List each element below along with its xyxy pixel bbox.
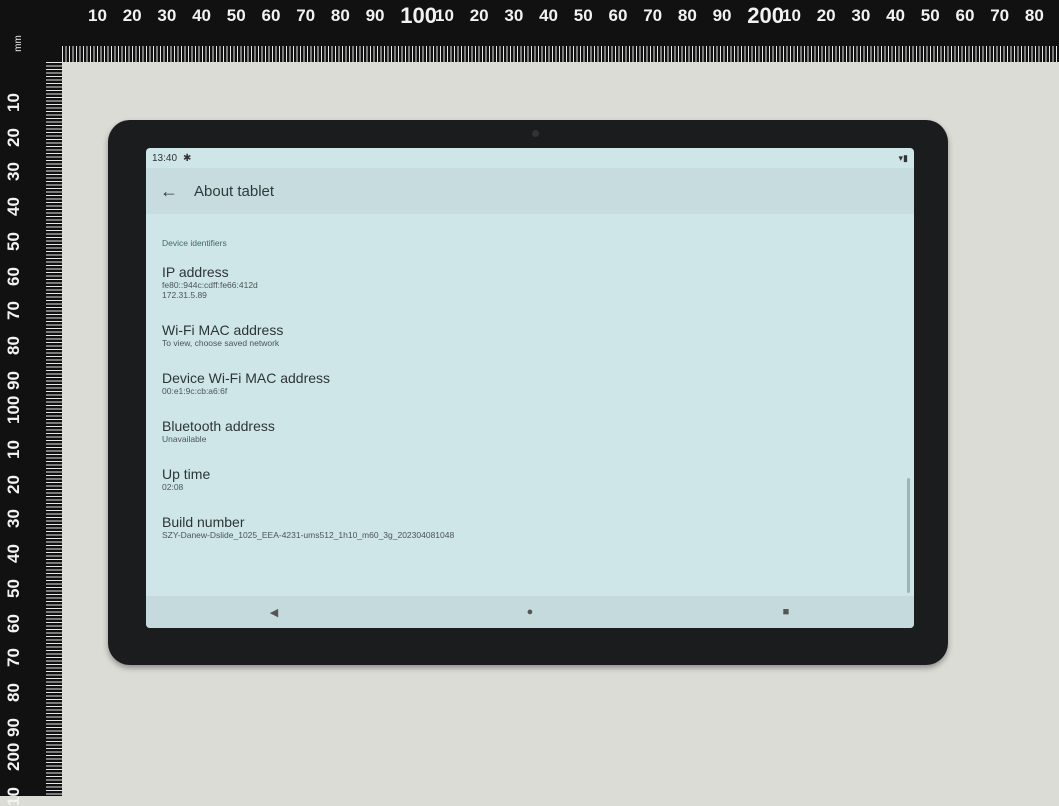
preference-summary: 02:08	[162, 482, 184, 492]
ruler-top-number: 20	[816, 6, 836, 25]
preference-item[interactable]: Build number SZY-Danew-Dslide_1025_EEA-42…	[162, 514, 898, 540]
preference-summary: 172.31.5.89	[162, 290, 207, 300]
section-header: Device identifiers	[162, 238, 227, 248]
ruler-left-number: 50	[4, 578, 23, 598]
preference-title: Up time	[162, 466, 211, 482]
navigation-bar: ◀ ● ■	[146, 596, 914, 628]
ruler-corner: mm	[0, 0, 62, 62]
ruler-left-number: 40	[4, 544, 23, 564]
preference-summary: fe80::944c:cdff:fe66:412d	[162, 280, 258, 290]
ruler-top-number: 200	[747, 3, 785, 28]
scrollbar[interactable]	[907, 478, 910, 593]
ruler-left-number: 80	[4, 682, 23, 702]
tablet-screen: 13:40 ✱ ▾▮ ← About tablet Device identif…	[146, 148, 914, 628]
nav-back-button[interactable]: ◀	[259, 606, 289, 619]
nav-recents-button[interactable]: ■	[771, 606, 801, 618]
gear-icon: ✱	[183, 152, 192, 164]
ruler-top-number: 30	[851, 6, 871, 25]
ruler-left-number: 100	[4, 395, 23, 425]
ruler-left-number: 20	[4, 127, 23, 147]
ruler-top: 10 20 30 40 50 60 70 80 90 100 10 20 30 40 50 60 70 80 90 2…	[0, 0, 1059, 62]
ruler-top-number: 40	[192, 6, 212, 25]
nav-home-button[interactable]: ●	[515, 606, 545, 618]
preference-summary: Unavailable	[162, 434, 207, 444]
ruler-left-number: 80	[4, 335, 23, 355]
ruler-top-number: 50	[226, 6, 246, 25]
ruler-top-number: 30	[504, 6, 524, 25]
ruler-top-number: 50	[573, 6, 593, 25]
ruler-top-number: 30	[157, 6, 177, 25]
wifi-battery-icon: ▾▮	[898, 152, 908, 163]
ruler-left-number: 50	[4, 231, 23, 251]
preference-items: IP address fe80::944c:cdff:fe66:412d 172.3…	[162, 264, 898, 540]
tablet-device: 13:40 ✱ ▾▮ ← About tablet Device identif…	[108, 120, 948, 665]
ruler-top-number: 10	[88, 6, 107, 25]
back-arrow-icon[interactable]: ←	[160, 181, 194, 202]
preference-item[interactable]: Device Wi-Fi MAC address 00:e1:9c:cb:a6:6…	[162, 370, 898, 396]
preference-title: Wi-Fi MAC address	[162, 322, 284, 338]
ruler-top-number: 80	[330, 6, 350, 25]
preference-title: Device Wi-Fi MAC address	[162, 370, 331, 386]
ruler-top-number: 60	[261, 6, 281, 25]
ruler-top-number: 80	[677, 6, 697, 25]
ruler-top-number: 50	[920, 6, 940, 25]
ruler-top-number: 40	[886, 6, 906, 25]
settings-list: Device identifiers IP address fe80::944c:…	[146, 238, 914, 540]
ruler-top-number: 90	[712, 6, 732, 25]
ruler-top-number: 10	[782, 6, 801, 25]
ruler-top-number: 70	[643, 6, 663, 25]
ruler-top-number: 20	[469, 6, 489, 25]
ruler-top-number: 60	[608, 6, 628, 25]
ruler-top-number: 20	[122, 6, 142, 25]
preference-item[interactable]: IP address fe80::944c:cdff:fe66:412d 172.3…	[162, 264, 898, 300]
ruler-unit: mm	[12, 35, 24, 52]
ruler-top-number: 60	[955, 6, 975, 25]
ruler-top-number: 90	[365, 6, 385, 25]
ruler-top-number: 70	[990, 6, 1010, 25]
ruler-left-number: 40	[4, 197, 23, 217]
ruler-left-number: 90	[4, 370, 23, 390]
app-bar: ← About tablet	[146, 168, 914, 214]
ruler-top-number: 70	[296, 6, 316, 25]
ruler-top-number: 40	[539, 6, 559, 25]
ruler-left-number: 30	[4, 162, 23, 182]
ruler-left-number: 70	[4, 301, 23, 321]
ruler-left-number: 200	[4, 742, 23, 772]
preference-item[interactable]: Up time 02:08	[162, 466, 898, 492]
status-time: 13:40	[152, 152, 178, 164]
preference-summary: To view, choose saved network	[162, 338, 280, 348]
preference-title: Bluetooth address	[162, 418, 275, 434]
ruler-left-number: 60	[4, 613, 23, 633]
ruler-left-number: 10	[4, 787, 23, 806]
ruler-left-number: 60	[4, 266, 23, 286]
ruler-top-number: 10	[435, 6, 454, 25]
preference-summary: 00:e1:9c:cb:a6:6f	[162, 386, 228, 396]
ruler-left-number: 90	[4, 717, 23, 737]
ruler-top-number: 100	[400, 3, 438, 28]
preference-item[interactable]: Wi-Fi MAC address To view, choose saved n…	[162, 322, 898, 348]
ruler-left-number: 10	[4, 440, 23, 459]
camera-icon	[532, 130, 539, 137]
ruler-left-number: 20	[4, 474, 23, 494]
preference-title: IP address	[162, 264, 229, 280]
ruler-top-number: 80	[1024, 6, 1044, 25]
ruler-left: 10 20 30 40 50 60 70 80 90 100 10 20 30 40 50 60 70 80 90 2…	[0, 0, 62, 806]
ruler-left-number: 70	[4, 648, 23, 668]
preference-item[interactable]: Bluetooth address Unavailable	[162, 418, 898, 444]
page-title: About tablet	[194, 182, 275, 200]
status-bar: 13:40 ✱ ▾▮	[146, 148, 914, 168]
ruler-left-number: 30	[4, 509, 23, 529]
ruler-left-number: 10	[4, 93, 23, 112]
ruler-left-ticks	[46, 62, 62, 796]
preference-summary: SZY-Danew-Dslide_1025_EEA-4231-ums512_1h…	[162, 530, 455, 540]
preference-title: Build number	[162, 514, 245, 530]
ruler-top-ticks	[62, 46, 1059, 62]
